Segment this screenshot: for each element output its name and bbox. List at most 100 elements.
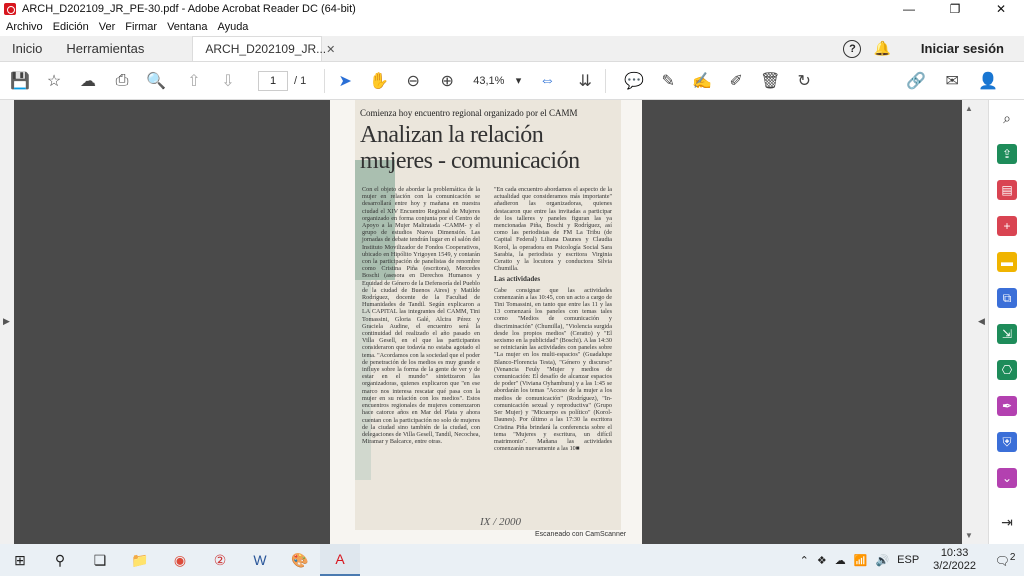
volume-icon[interactable]: 🔊 (875, 554, 889, 567)
menu-ver[interactable]: Ver (99, 21, 116, 33)
toolbar-divider (324, 68, 326, 93)
help-icon[interactable]: ? (843, 39, 862, 58)
tab-document[interactable]: ARCH_D202109_JR... ✕ (192, 36, 335, 61)
scroll-up-icon[interactable]: ▲ (965, 104, 973, 113)
show-hidden-icons-icon[interactable]: ⌃ (800, 554, 809, 567)
onedrive-icon[interactable]: ☁ (835, 554, 846, 567)
left-panel-toggle[interactable]: ▶ (0, 100, 14, 544)
tab-bar: Inicio Herramientas ARCH_D202109_JR... ✕… (0, 36, 1024, 62)
trash-icon[interactable]: 🗑 (758, 69, 782, 93)
file-explorer-icon[interactable]: 📁 (120, 544, 160, 576)
article-column-right: "En cada encuentro abordamos el aspecto … (494, 186, 612, 452)
toolbar: 💾 ☆ ☁ ⎙ 🔍 ⇧ ⇩ 1 / 1 ➤ ✋ ⊖ ⊕ 43,1% ▾ ⇔ ⇊ … (0, 62, 1024, 100)
zoom-out-icon[interactable]: ⊖ (401, 69, 425, 93)
email-icon[interactable]: ✉ (940, 69, 964, 93)
hand-tool-icon[interactable]: ✋ (367, 69, 391, 93)
search-taskbar-icon[interactable]: ⚲ (40, 544, 80, 576)
notifications-icon[interactable]: 🗨2 (990, 552, 1020, 568)
rotate-icon[interactable]: ↻ (792, 69, 816, 93)
collapse-panel-icon[interactable]: ⇥ (997, 512, 1017, 532)
search-icon[interactable]: 🔍 (144, 69, 168, 93)
minimize-button[interactable]: — (886, 0, 932, 18)
select-cursor-icon[interactable]: ➤ (333, 69, 357, 93)
close-tab-icon[interactable]: ✕ (326, 43, 335, 56)
pdf-page[interactable]: Comienza hoy encuentro regional organiza… (330, 100, 642, 544)
chevron-down-icon: ▾ (515, 75, 522, 87)
article-headline: Analizan la relación mujeres - comunicac… (360, 122, 580, 174)
collapse-right-icon: ◀ (978, 316, 985, 326)
task-view-icon[interactable]: ❏ (80, 544, 120, 576)
zoom-level-select[interactable]: 43,1% ▾ (467, 71, 527, 91)
close-window-button[interactable]: ✕ (978, 0, 1024, 18)
acrobat-taskbar-icon[interactable]: A (320, 544, 360, 576)
protect-shield-icon[interactable]: ⛨ (997, 432, 1017, 452)
article-column-left: Con el objeto de abordar la problemática… (362, 186, 480, 446)
menu-archivo[interactable]: Archivo (6, 21, 43, 33)
handwritten-date: IX / 2000 (480, 516, 521, 528)
clock[interactable]: 10:33 3/2/2022 (933, 547, 976, 573)
add-user-icon[interactable]: 👤 (976, 69, 1000, 93)
tools-sidepanel: ⌕ ⇪ ▤ + ▬ ⧉ ⇲ ⎔ ✒ ⛨ ⌄ ⇥ (988, 100, 1024, 544)
bookmark-star-icon[interactable]: ☆ (42, 69, 66, 93)
windows-taskbar: ⊞ ⚲ ❏ 📁 ◉ ② W 🎨 A ⌃ ❖ ☁ 📶 🔊 ESP 10:33 3/… (0, 544, 1024, 576)
menu-ayuda[interactable]: Ayuda (217, 21, 248, 33)
draw-icon[interactable]: ✍ (690, 69, 714, 93)
export-pdf-icon[interactable]: ⇪ (997, 144, 1017, 164)
system-tray: ⌃ ❖ ☁ 📶 🔊 ESP 10:33 3/2/2022 🗨2 (796, 547, 1024, 573)
save-icon[interactable]: 💾 (8, 69, 32, 93)
cloud-upload-icon[interactable]: ☁ (76, 69, 100, 93)
share-link-icon[interactable]: 🔗 (904, 69, 928, 93)
tab-home[interactable]: Inicio (0, 36, 54, 61)
word-icon[interactable]: W (240, 544, 280, 576)
article-kicker: Comienza hoy encuentro regional organiza… (360, 108, 578, 118)
zoom-search-icon[interactable]: ⌕ (997, 108, 1017, 128)
page-up-icon[interactable]: ⇧ (182, 69, 206, 93)
comment-tool-icon[interactable]: ▬ (997, 252, 1017, 272)
scanner-watermark: Escaneado con CamScanner (535, 531, 627, 538)
compress-pdf-icon[interactable]: ⇲ (997, 324, 1017, 344)
maximize-button[interactable]: ❐ (932, 0, 978, 18)
comment-icon[interactable]: 💬 (622, 69, 646, 93)
scroll-mode-icon[interactable]: ⇊ (573, 69, 597, 93)
expand-left-icon: ▶ (3, 316, 10, 326)
menu-firmar[interactable]: Firmar (125, 21, 157, 33)
zoom-in-icon[interactable]: ⊕ (435, 69, 459, 93)
page-down-icon[interactable]: ⇩ (216, 69, 240, 93)
combine-files-icon[interactable]: ⧉ (997, 288, 1017, 308)
highlight-pen-icon[interactable]: ✎ (656, 69, 680, 93)
organize-pages-icon[interactable]: ▤ (997, 180, 1017, 200)
zoom-level-value: 43,1% (473, 74, 505, 87)
right-panel-toggle[interactable]: ◀ (976, 100, 988, 544)
windows-start-icon[interactable]: ⊞ (0, 544, 40, 576)
bell-icon[interactable]: 🔔 (873, 40, 890, 57)
paint-icon[interactable]: 🎨 (280, 544, 320, 576)
input-language[interactable]: ESP (897, 554, 919, 566)
app-2-icon[interactable]: ② (200, 544, 240, 576)
dropbox-icon[interactable]: ❖ (817, 554, 827, 567)
more-tools-icon[interactable]: ⌄ (997, 468, 1017, 488)
window-title: ARCH_D202109_JR_PE-30.pdf - Adobe Acroba… (22, 3, 356, 15)
fill-sign-icon[interactable]: ✒ (997, 396, 1017, 416)
page-fit-icon[interactable]: ⇔ (535, 69, 559, 93)
article-paragraph: Cabe consignar que las actividades comen… (494, 286, 612, 453)
menu-edicion[interactable]: Edición (53, 21, 89, 33)
menu-bar: Archivo Edición Ver Firmar Ventana Ayuda (0, 18, 1024, 36)
signin-button[interactable]: Iniciar sesión (921, 41, 1004, 56)
toolbar-divider (605, 68, 607, 93)
title-bar: ARCH_D202109_JR_PE-30.pdf - Adobe Acroba… (0, 0, 1024, 18)
clock-time: 10:33 (940, 547, 969, 559)
page-number-input[interactable]: 1 (258, 70, 288, 91)
create-pdf-icon[interactable]: + (997, 216, 1017, 236)
tab-document-label: ARCH_D202109_JR... (205, 42, 327, 56)
edit-text-icon[interactable]: ✐ (724, 69, 748, 93)
acrobat-app-icon (4, 3, 16, 15)
clock-date: 3/2/2022 (933, 560, 976, 572)
wifi-icon[interactable]: 📶 (854, 554, 868, 567)
print-icon[interactable]: ⎙ (110, 69, 134, 93)
chrome-icon[interactable]: ◉ (160, 544, 200, 576)
scan-enhance-icon[interactable]: ⎔ (997, 360, 1017, 380)
menu-ventana[interactable]: Ventana (167, 21, 207, 33)
tab-tools[interactable]: Herramientas (54, 36, 156, 61)
scroll-down-icon[interactable]: ▼ (965, 531, 973, 540)
vertical-scrollbar[interactable]: ▲ ▼ (962, 100, 976, 544)
